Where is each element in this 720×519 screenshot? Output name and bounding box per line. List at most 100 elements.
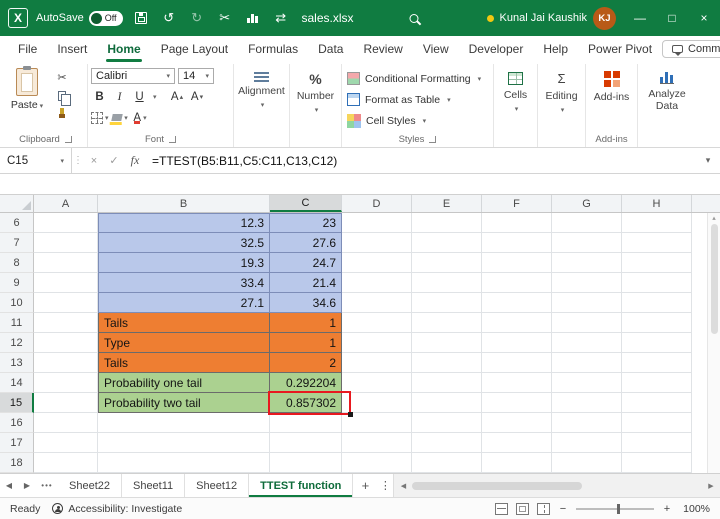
row-header-10[interactable]: 10 [0,293,34,313]
cancel-icon[interactable]: × [84,155,104,167]
cell-A17[interactable] [34,433,98,453]
conditional-formatting-button[interactable]: Conditional Formatting ▾ [345,69,483,89]
search-icon[interactable] [409,13,419,23]
document-title[interactable]: sales.xlsx [301,11,353,25]
row-header-11[interactable]: 11 [0,313,34,333]
borders-button[interactable]: ▾ [91,109,109,126]
cell-C9[interactable]: 21.4 [270,273,342,293]
cell-C18[interactable] [270,453,342,473]
cell-F12[interactable] [482,333,552,353]
cell-H6[interactable] [622,213,692,233]
cell-F8[interactable] [482,253,552,273]
undo-button[interactable]: ↺ [159,8,179,28]
format-painter-button[interactable] [53,106,71,121]
tab-review[interactable]: Review [353,36,412,62]
cell-H11[interactable] [622,313,692,333]
row-header-8[interactable]: 8 [0,253,34,273]
column-header-b[interactable]: B [98,195,270,212]
sheet-overflow-icon[interactable]: ••• [36,481,58,490]
cell-F18[interactable] [482,453,552,473]
zoom-out-button[interactable]: − [558,503,568,515]
cell-G9[interactable] [552,273,622,293]
cell-B18[interactable] [98,453,270,473]
close-button[interactable]: × [688,0,720,36]
cell-G11[interactable] [552,313,622,333]
cell-B14[interactable]: Probability one tail [98,373,270,393]
underline-button[interactable]: U [131,88,148,105]
cell-F14[interactable] [482,373,552,393]
row-header-13[interactable]: 13 [0,353,34,373]
cell-G8[interactable] [552,253,622,273]
account-chip[interactable]: Kunal Jai Kaushik KJ [486,6,616,30]
formula-bar-expand-icon[interactable]: ▾ [696,155,720,166]
cell-E18[interactable] [412,453,482,473]
cell-D17[interactable] [342,433,412,453]
name-box-resize-handle[interactable]: ⋮ [72,155,84,166]
tab-file[interactable]: File [8,36,47,62]
minimize-button[interactable]: — [624,0,656,36]
cell-G18[interactable] [552,453,622,473]
row-header-12[interactable]: 12 [0,333,34,353]
cell-F11[interactable] [482,313,552,333]
cell-C15[interactable]: 0.857302 [268,391,353,417]
cell-E13[interactable] [412,353,482,373]
cell-G13[interactable] [552,353,622,373]
row-header-7[interactable]: 7 [0,233,34,253]
sheet-nav-right-icon[interactable]: ▶ [18,481,36,490]
cell-H9[interactable] [622,273,692,293]
vscroll-up-icon[interactable]: ▴ [712,214,716,222]
sheet-tab-ttest-function[interactable]: TTEST function [249,474,354,497]
row-header-16[interactable]: 16 [0,413,34,433]
normal-view-button[interactable] [495,502,508,515]
cell-E11[interactable] [412,313,482,333]
cell-G7[interactable] [552,233,622,253]
save-button[interactable] [131,8,151,28]
cell-A15[interactable] [34,393,98,413]
cell-H15[interactable] [622,393,692,413]
cell-D8[interactable] [342,253,412,273]
column-header-g[interactable]: G [552,195,622,212]
accessibility-status[interactable]: Accessibility: Investigate [52,503,182,515]
cell-F9[interactable] [482,273,552,293]
cut-quick-button[interactable]: ✂ [215,8,235,28]
cells-group[interactable]: Cells ▾ [494,64,538,147]
cell-D14[interactable] [342,373,412,393]
cell-C6[interactable]: 23 [270,213,342,233]
cell-B13[interactable]: Tails [98,353,270,373]
cell-F13[interactable] [482,353,552,373]
cell-A11[interactable] [34,313,98,333]
cell-A6[interactable] [34,213,98,233]
excel-logo-icon[interactable]: X [8,8,28,28]
copy-button[interactable] [53,88,71,106]
cell-G6[interactable] [552,213,622,233]
tab-home[interactable]: Home [97,36,150,62]
hscroll-left-icon[interactable]: ◀ [397,482,409,490]
chart-quick-button[interactable] [243,8,263,28]
name-box[interactable]: C15 ▾ [0,148,72,173]
cell-D15[interactable] [342,393,412,413]
cell-B6[interactable]: 12.3 [98,213,270,233]
row-header-6[interactable]: 6 [0,213,34,233]
row-header-9[interactable]: 9 [0,273,34,293]
formula-input[interactable]: =TTEST(B5:B11,C5:C11,C13,C12) [146,154,696,168]
cell-E12[interactable] [412,333,482,353]
cell-F16[interactable] [482,413,552,433]
cell-D7[interactable] [342,233,412,253]
cell-E15[interactable] [412,393,482,413]
cell-A16[interactable] [34,413,98,433]
cell-B7[interactable]: 32.5 [98,233,270,253]
cell-E10[interactable] [412,293,482,313]
zoom-slider-thumb[interactable] [616,503,620,514]
cell-H17[interactable] [622,433,692,453]
cell-G10[interactable] [552,293,622,313]
font-name-select[interactable]: Calibri ▾ [91,67,175,84]
cell-D9[interactable] [342,273,412,293]
cell-H14[interactable] [622,373,692,393]
tab-data[interactable]: Data [308,36,353,62]
cell-C12[interactable]: 1 [270,333,342,353]
font-dialog-launcher-icon[interactable] [169,136,176,143]
redo-button[interactable]: ↻ [187,8,207,28]
column-header-d[interactable]: D [342,195,412,212]
autosave-switch-icon[interactable]: Off [88,10,123,26]
page-layout-view-button[interactable] [516,502,529,515]
